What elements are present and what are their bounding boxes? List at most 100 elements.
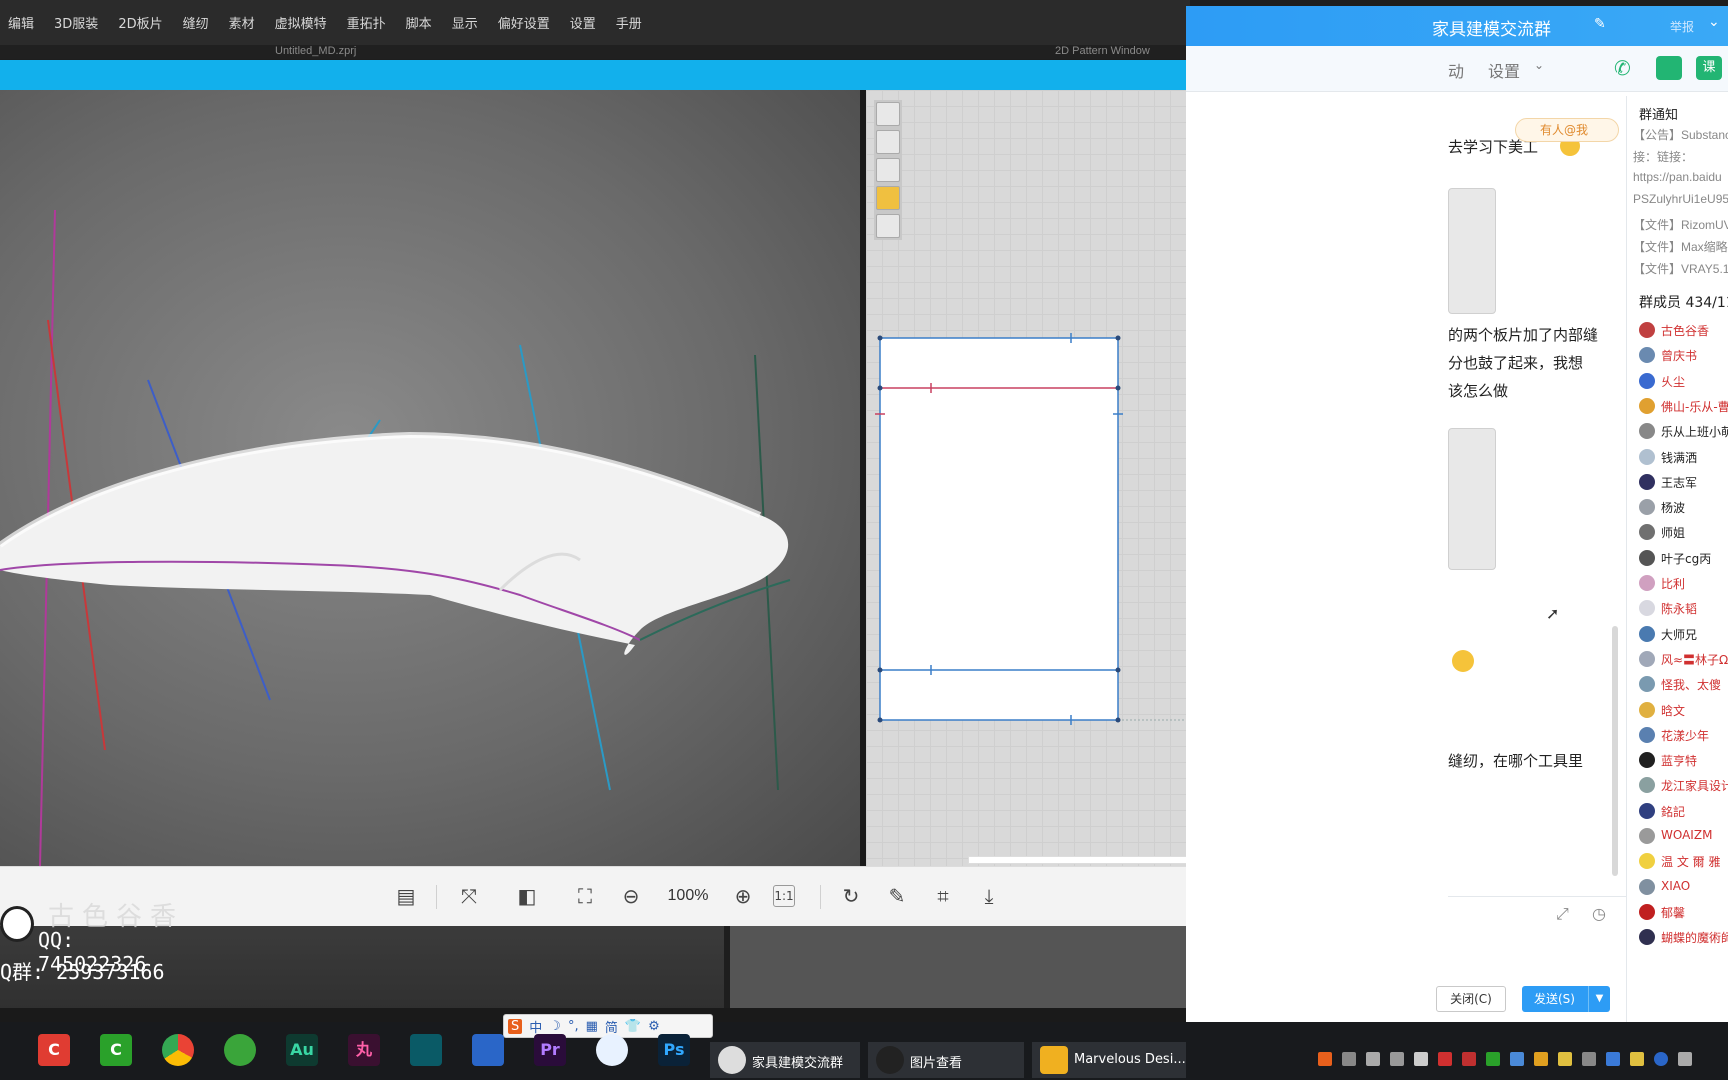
- tray-pdf-icon[interactable]: [1438, 1052, 1452, 1066]
- app-c-green-icon[interactable]: C: [100, 1034, 132, 1066]
- menu-settings[interactable]: 设置: [570, 13, 596, 32]
- menu-sewing[interactable]: 缝纫: [183, 13, 209, 32]
- menu-preferences[interactable]: 偏好设置: [498, 13, 550, 32]
- avatar[interactable]: [1639, 903, 1655, 920]
- app-maru-icon[interactable]: 丸: [348, 1034, 380, 1066]
- chat-image-thumbnail[interactable]: [1448, 188, 1496, 314]
- menu-edit[interactable]: 编辑: [8, 13, 34, 32]
- video-call-icon[interactable]: [1656, 56, 1682, 80]
- sogou-icon[interactable]: S: [508, 1018, 523, 1034]
- history-icon[interactable]: ◷: [1592, 904, 1606, 923]
- tray-ftp-icon[interactable]: [1534, 1052, 1548, 1066]
- menu-display[interactable]: 显示: [452, 13, 478, 32]
- tray-sound-icon[interactable]: [1390, 1052, 1404, 1066]
- chat-title[interactable]: 家具建模交流群: [1432, 15, 1551, 40]
- member-item[interactable]: 佛山-乐从-曹: [1639, 394, 1728, 418]
- avatar[interactable]: [1639, 752, 1655, 769]
- tray-shield-icon[interactable]: [1630, 1052, 1644, 1066]
- avatar[interactable]: [1639, 802, 1655, 819]
- avatar[interactable]: [1639, 499, 1655, 516]
- scrollbar-thumb[interactable]: [1612, 626, 1618, 876]
- avatar[interactable]: [1639, 676, 1655, 693]
- task-image-viewer[interactable]: 图片查看: [868, 1042, 1024, 1078]
- tray-usb-icon[interactable]: [1414, 1052, 1428, 1066]
- edit-icon[interactable]: ✎: [882, 881, 912, 911]
- menu-3d-garment[interactable]: 3D服装: [54, 13, 98, 32]
- tray-sogou-icon[interactable]: [1318, 1052, 1332, 1066]
- menu-materials[interactable]: 素材: [229, 13, 255, 32]
- 3dsmax-icon[interactable]: [410, 1034, 442, 1066]
- send-options-icon[interactable]: ▼: [1588, 986, 1610, 1012]
- notice-line[interactable]: 【文件】VRAY5.1: [1633, 260, 1728, 277]
- member-item[interactable]: WOAIZM: [1639, 824, 1728, 848]
- avatar[interactable]: [1639, 448, 1655, 465]
- menu-avatar[interactable]: 虚拟模特: [275, 13, 327, 32]
- layout-icon[interactable]: ▤: [391, 881, 421, 911]
- member-item[interactable]: 銘記: [1639, 799, 1728, 823]
- member-item[interactable]: 晗文: [1639, 698, 1728, 722]
- tray-ie-icon[interactable]: [1654, 1052, 1668, 1066]
- notice-line[interactable]: 【文件】Max缩略: [1633, 238, 1728, 255]
- menu-retopology[interactable]: 重拓扑: [347, 13, 386, 32]
- member-item[interactable]: 王志军: [1639, 470, 1728, 494]
- member-item[interactable]: 杨波: [1639, 495, 1728, 519]
- crop-icon[interactable]: ⌗: [928, 881, 958, 911]
- avatar[interactable]: [1639, 701, 1655, 718]
- download-icon[interactable]: ⤓: [974, 881, 1004, 911]
- avatar[interactable]: [1639, 347, 1655, 364]
- chevron-down-icon[interactable]: ⌄: [1708, 14, 1720, 30]
- edit-title-icon[interactable]: ✎: [1594, 16, 1606, 32]
- tray-app-icon[interactable]: [1462, 1052, 1476, 1066]
- avatar[interactable]: [1639, 600, 1655, 617]
- baidu-netdisk-icon[interactable]: [596, 1034, 628, 1066]
- tray-qq-icon[interactable]: [1510, 1052, 1524, 1066]
- tray-notification-icon[interactable]: [1678, 1052, 1692, 1066]
- zoom-out-icon[interactable]: ⊖: [616, 881, 646, 911]
- menu-script[interactable]: 脚本: [406, 13, 432, 32]
- actual-size-icon[interactable]: 1:1: [773, 885, 795, 907]
- member-item[interactable]: 叶子cg丙: [1639, 546, 1728, 570]
- member-item[interactable]: XIAO: [1639, 875, 1728, 899]
- ime-mode[interactable]: 中: [529, 1017, 542, 1036]
- notice-line[interactable]: 【文件】RizomUV: [1633, 216, 1728, 233]
- member-item[interactable]: 乐从上班小萌: [1639, 419, 1728, 443]
- member-item[interactable]: 怪我、太傻: [1639, 672, 1728, 696]
- tray-print-icon[interactable]: [1582, 1052, 1596, 1066]
- member-item[interactable]: 曾庆书: [1639, 343, 1728, 367]
- compare-icon[interactable]: ◧: [512, 881, 542, 911]
- avatar[interactable]: [1639, 650, 1655, 667]
- task-qq-group[interactable]: 家具建模交流群: [710, 1042, 860, 1078]
- fullscreen-icon[interactable]: ⛶: [570, 881, 600, 911]
- tray-wechat-icon[interactable]: [1486, 1052, 1500, 1066]
- avatar[interactable]: [1639, 423, 1655, 440]
- menu-manual[interactable]: 手册: [616, 13, 642, 32]
- ime-simplified[interactable]: 简: [605, 1017, 618, 1036]
- menu-2d-pattern[interactable]: 2D板片: [118, 13, 162, 32]
- ime-settings-icon[interactable]: ⚙: [648, 1019, 660, 1034]
- close-chat-button[interactable]: 关闭(C): [1436, 986, 1506, 1012]
- premiere-icon[interactable]: Pr: [534, 1034, 566, 1066]
- chat-scrollbar[interactable]: [1612, 96, 1620, 886]
- member-item[interactable]: 风≈〓林子Ω: [1639, 647, 1728, 671]
- member-item[interactable]: 乆尘: [1639, 369, 1728, 393]
- chevron-down-icon[interactable]: ⌄: [1534, 58, 1544, 72]
- notice-line[interactable]: 【公告】Substance: [1633, 126, 1728, 143]
- member-item[interactable]: 郁馨: [1639, 900, 1728, 924]
- member-item[interactable]: 古色谷香: [1639, 318, 1728, 342]
- avatar[interactable]: [1639, 777, 1655, 794]
- tray-up-icon[interactable]: [1342, 1052, 1356, 1066]
- avatar[interactable]: [1639, 397, 1655, 414]
- member-item[interactable]: 温 文 爾 雅: [1639, 849, 1728, 873]
- file-manager-icon[interactable]: [472, 1034, 504, 1066]
- phone-icon[interactable]: ✆: [1614, 56, 1640, 80]
- expand-icon[interactable]: ⤢: [1556, 904, 1569, 924]
- tray-display-icon[interactable]: [1606, 1052, 1620, 1066]
- member-item[interactable]: 钱满洒: [1639, 445, 1728, 469]
- avatar[interactable]: [1639, 625, 1655, 642]
- photoshop-icon[interactable]: Ps: [658, 1034, 690, 1066]
- chat-image-thumbnail[interactable]: [1448, 428, 1496, 570]
- member-item[interactable]: 陈永韬: [1639, 596, 1728, 620]
- member-item[interactable]: 大师兄: [1639, 622, 1728, 646]
- avatar[interactable]: [1639, 322, 1655, 338]
- report-link[interactable]: 举报: [1670, 18, 1694, 35]
